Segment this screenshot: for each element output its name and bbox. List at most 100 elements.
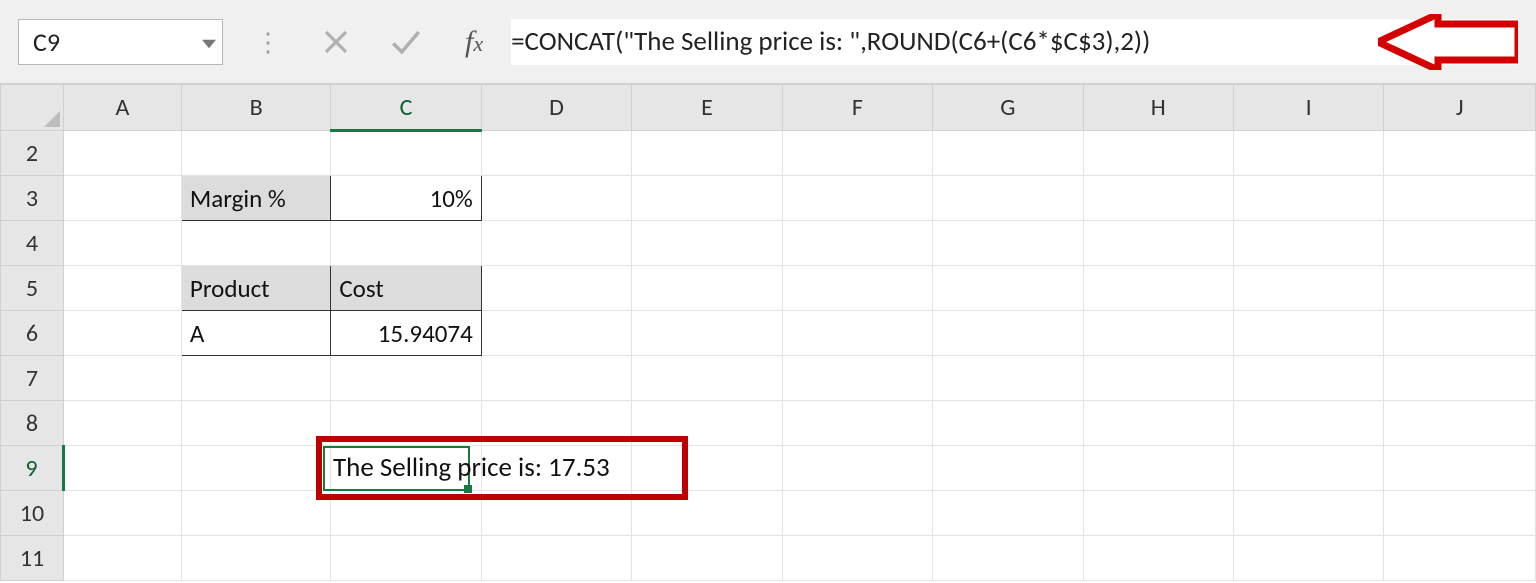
row-header-6[interactable]: 6 <box>1 311 64 356</box>
cell-E10[interactable] <box>632 491 782 536</box>
fx-icon[interactable]: fx <box>465 25 483 59</box>
cell-F9[interactable] <box>782 446 932 491</box>
cell-C11[interactable] <box>331 536 481 581</box>
cell-H8[interactable] <box>1083 401 1233 446</box>
col-header-F[interactable]: F <box>782 85 932 131</box>
cell-A9[interactable] <box>64 446 182 491</box>
formula-input[interactable]: =CONCAT("The Selling price is: ",ROUND(C… <box>511 19 1518 65</box>
cancel-formula-icon[interactable] <box>321 27 351 57</box>
cell-F6[interactable] <box>782 311 932 356</box>
cell-J9[interactable] <box>1384 446 1536 491</box>
cell-G7[interactable] <box>933 356 1083 401</box>
col-header-H[interactable]: H <box>1083 85 1233 131</box>
cell-A10[interactable] <box>64 491 182 536</box>
cell-A3[interactable] <box>64 176 182 221</box>
cell-C8[interactable] <box>331 401 481 446</box>
row-header-2[interactable]: 2 <box>1 131 64 176</box>
formula-bar-drag-icon[interactable]: ⋮ <box>255 37 281 47</box>
cell-J11[interactable] <box>1384 536 1536 581</box>
cell-C6[interactable]: 15.94074 <box>331 311 481 356</box>
cell-E6[interactable] <box>632 311 782 356</box>
cell-B10[interactable] <box>181 491 330 536</box>
col-header-C[interactable]: C <box>331 85 481 131</box>
col-header-D[interactable]: D <box>481 85 631 131</box>
cell-A2[interactable] <box>64 131 182 176</box>
cell-F4[interactable] <box>782 221 932 266</box>
cell-G5[interactable] <box>933 266 1083 311</box>
cell-H6[interactable] <box>1083 311 1233 356</box>
cell-C7[interactable] <box>331 356 481 401</box>
cell-A11[interactable] <box>64 536 182 581</box>
cell-J2[interactable] <box>1384 131 1536 176</box>
col-header-G[interactable]: G <box>933 85 1083 131</box>
worksheet-grid[interactable]: A B C D E F G H I J 2 3 Margin % 10% 4 5 <box>0 84 1536 583</box>
row-header-8[interactable]: 8 <box>1 401 64 446</box>
cell-E9[interactable] <box>632 446 782 491</box>
cell-G9[interactable] <box>933 446 1083 491</box>
cell-C3[interactable]: 10% <box>331 176 481 221</box>
row-header-5[interactable]: 5 <box>1 266 64 311</box>
cell-G2[interactable] <box>933 131 1083 176</box>
cell-H11[interactable] <box>1083 536 1233 581</box>
row-header-7[interactable]: 7 <box>1 356 64 401</box>
cell-A4[interactable] <box>64 221 182 266</box>
cell-J5[interactable] <box>1384 266 1536 311</box>
cell-D2[interactable] <box>481 131 631 176</box>
cell-H2[interactable] <box>1083 131 1233 176</box>
enter-formula-icon[interactable] <box>389 25 423 59</box>
cell-E3[interactable] <box>632 176 782 221</box>
cell-F11[interactable] <box>782 536 932 581</box>
cell-B2[interactable] <box>181 131 330 176</box>
cell-C9[interactable] <box>331 446 481 491</box>
cell-G10[interactable] <box>933 491 1083 536</box>
row-header-4[interactable]: 4 <box>1 221 64 266</box>
cell-B6[interactable]: A <box>181 311 330 356</box>
name-box-dropdown-icon[interactable] <box>202 26 216 58</box>
cell-F5[interactable] <box>782 266 932 311</box>
col-header-B[interactable]: B <box>181 85 330 131</box>
cell-I4[interactable] <box>1233 221 1383 266</box>
cell-D10[interactable] <box>481 491 631 536</box>
cell-F2[interactable] <box>782 131 932 176</box>
cell-B5[interactable]: Product <box>181 266 330 311</box>
cell-B11[interactable] <box>181 536 330 581</box>
cell-H7[interactable] <box>1083 356 1233 401</box>
cell-B9[interactable] <box>181 446 330 491</box>
cell-A8[interactable] <box>64 401 182 446</box>
cell-A7[interactable] <box>64 356 182 401</box>
cell-I7[interactable] <box>1233 356 1383 401</box>
col-header-J[interactable]: J <box>1384 85 1536 131</box>
select-all-corner[interactable] <box>1 85 64 131</box>
cell-B4[interactable] <box>181 221 330 266</box>
cell-C10[interactable] <box>331 491 481 536</box>
cell-E2[interactable] <box>632 131 782 176</box>
cell-H3[interactable] <box>1083 176 1233 221</box>
name-box[interactable]: C9 <box>18 19 223 65</box>
cell-G6[interactable] <box>933 311 1083 356</box>
cell-F10[interactable] <box>782 491 932 536</box>
row-header-11[interactable]: 11 <box>1 536 64 581</box>
cell-B3[interactable]: Margin % <box>181 176 330 221</box>
cell-G3[interactable] <box>933 176 1083 221</box>
col-header-E[interactable]: E <box>632 85 782 131</box>
cell-H9[interactable] <box>1083 446 1233 491</box>
cell-F8[interactable] <box>782 401 932 446</box>
cell-D5[interactable] <box>481 266 631 311</box>
cell-D3[interactable] <box>481 176 631 221</box>
cell-E8[interactable] <box>632 401 782 446</box>
cell-I5[interactable] <box>1233 266 1383 311</box>
cell-D7[interactable] <box>481 356 631 401</box>
cell-G4[interactable] <box>933 221 1083 266</box>
cell-C2[interactable] <box>331 131 481 176</box>
cell-D8[interactable] <box>481 401 631 446</box>
cell-E11[interactable] <box>632 536 782 581</box>
cell-F3[interactable] <box>782 176 932 221</box>
cell-B8[interactable] <box>181 401 330 446</box>
col-header-A[interactable]: A <box>64 85 182 131</box>
cell-J8[interactable] <box>1384 401 1536 446</box>
cell-J6[interactable] <box>1384 311 1536 356</box>
cell-A5[interactable] <box>64 266 182 311</box>
cell-E5[interactable] <box>632 266 782 311</box>
cell-I3[interactable] <box>1233 176 1383 221</box>
cell-F7[interactable] <box>782 356 932 401</box>
